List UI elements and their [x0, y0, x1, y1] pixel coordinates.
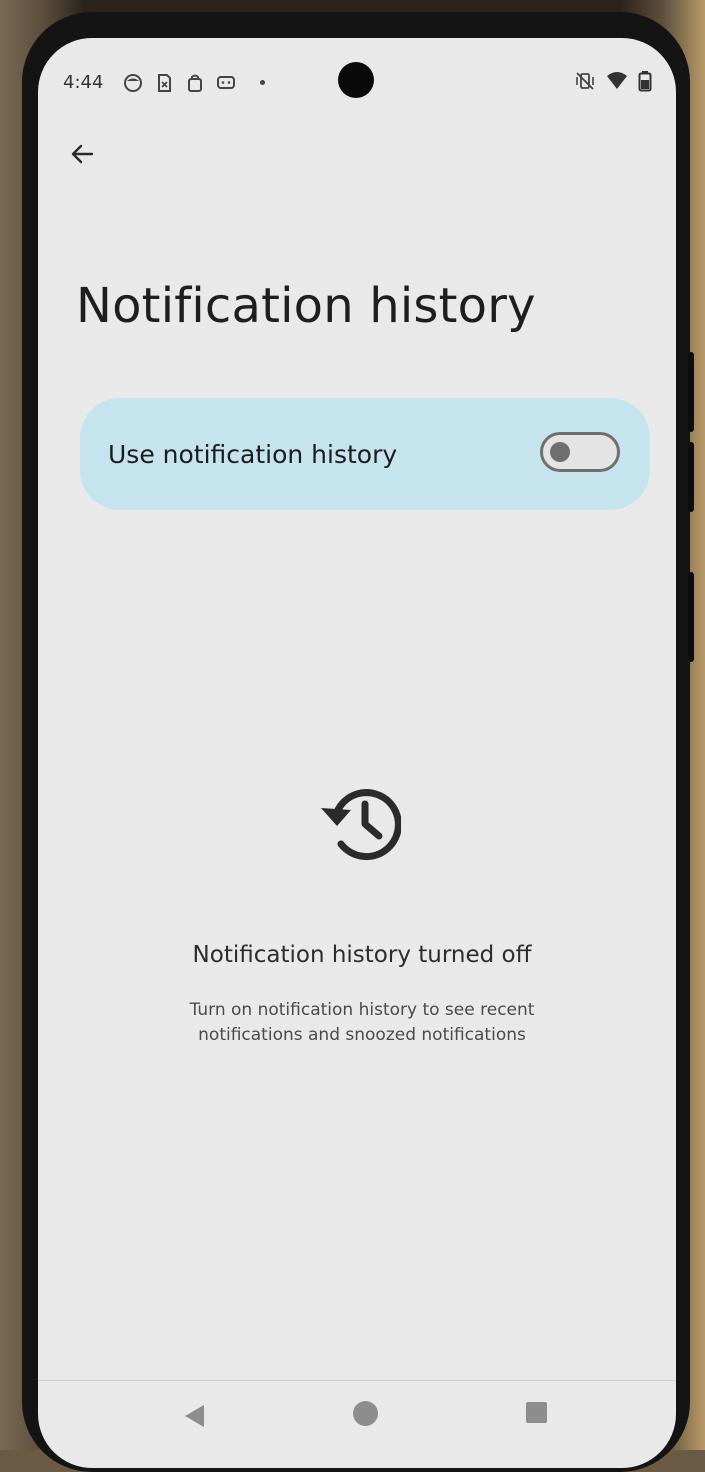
status-bar: 4:44 [38, 38, 676, 128]
nav-back-icon[interactable] [180, 1401, 210, 1431]
volume-up-button [688, 352, 694, 432]
navigation-bar [38, 1380, 676, 1468]
phone-screen: 4:44 Notification history Use notificati… [38, 38, 676, 1468]
front-camera [338, 62, 374, 98]
smiley-icon [124, 74, 142, 92]
nav-home-icon[interactable] [353, 1401, 378, 1426]
system-status-icons [574, 70, 652, 92]
setting-label: Use notification history [108, 440, 398, 469]
chat-icon [217, 76, 235, 89]
battery-icon [638, 71, 652, 92]
power-button [688, 572, 694, 662]
notification-history-toggle[interactable] [540, 432, 620, 472]
more-notifications-dot [260, 80, 265, 85]
toggle-knob [550, 442, 570, 462]
page-title: Notification history [76, 278, 536, 334]
empty-state-title: Notification history turned off [192, 942, 532, 968]
status-time: 4:44 [63, 72, 104, 93]
history-icon [321, 789, 401, 861]
vibrate-off-icon [576, 72, 594, 90]
empty-state-description: Turn on notification history to see rece… [189, 1000, 535, 1045]
use-notification-history-setting[interactable]: Use notification history [80, 398, 650, 510]
shopping-bag-icon [188, 74, 202, 92]
notification-icons [122, 72, 237, 94]
volume-down-button [688, 442, 694, 512]
nav-recents-icon[interactable] [526, 1402, 547, 1423]
back-button[interactable] [62, 134, 102, 174]
sim-card-icon [158, 74, 171, 92]
arrow-back-icon [71, 144, 94, 164]
wifi-icon [607, 72, 627, 89]
